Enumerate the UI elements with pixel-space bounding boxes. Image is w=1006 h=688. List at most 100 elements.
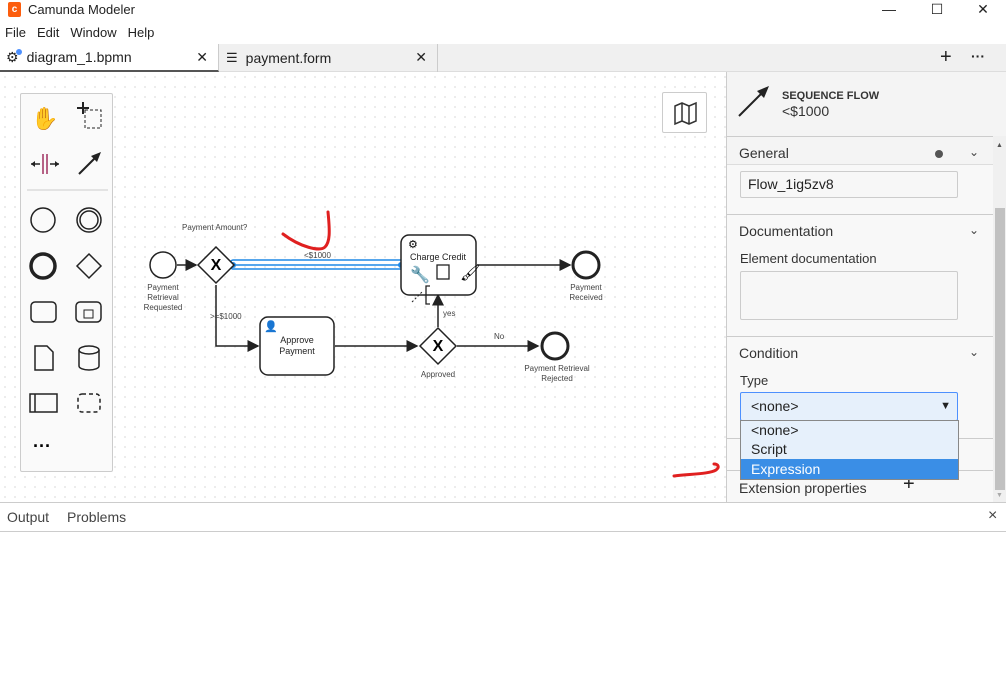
minimize-button[interactable]: —: [866, 0, 912, 20]
menu-window[interactable]: Window: [70, 25, 116, 40]
menu-bar: File Edit Window Help: [0, 25, 1006, 44]
tab-label: diagram_1.bpmn: [26, 49, 132, 65]
start-event[interactable]: [149, 251, 177, 279]
menu-edit[interactable]: Edit: [37, 25, 59, 40]
close-panel-button[interactable]: ×: [988, 507, 997, 525]
pool-tool-icon[interactable]: [29, 393, 58, 413]
section-title: Documentation: [739, 223, 834, 239]
unsaved-dot-icon: [15, 48, 22, 55]
tab-problems[interactable]: Problems: [67, 509, 126, 525]
svg-text:X: X: [433, 338, 444, 355]
properties-scrollbar[interactable]: ▲ ▼: [993, 136, 1006, 502]
lasso-tool-icon[interactable]: [77, 102, 102, 129]
documentation-label: Element documentation: [740, 251, 877, 266]
section-title: Condition: [739, 345, 799, 361]
map-icon: [674, 101, 697, 126]
type-label: Type: [740, 373, 769, 388]
label-approve-payment: Approve Payment: [279, 335, 315, 356]
label-approved: Approved: [420, 370, 456, 379]
paintbrush-icon[interactable]: 🖌: [460, 264, 480, 282]
element-type: SEQUENCE FLOW: [782, 90, 880, 102]
gateway-payment-amount[interactable]: X: [196, 245, 236, 285]
close-tab-icon[interactable]: ✕: [196, 49, 208, 66]
tab-payment-form[interactable]: ☰ payment.form ✕: [220, 44, 438, 72]
properties-header: SEQUENCE FLOW <$1000: [727, 72, 1006, 136]
intermediate-event-tool-icon[interactable]: [76, 207, 102, 233]
window-title: Camunda Modeler: [28, 2, 135, 17]
scroll-up-icon[interactable]: ▲: [996, 142, 1003, 149]
option-expression[interactable]: Expression: [741, 459, 958, 479]
label-flow-no: No: [494, 332, 505, 341]
label-end-received: Payment Received: [569, 283, 603, 302]
option-script[interactable]: Script: [741, 440, 958, 459]
tab-label: payment.form: [245, 50, 332, 66]
connect-tool-icon[interactable]: [78, 152, 101, 175]
chevron-down-icon[interactable]: ⌄: [969, 345, 979, 359]
user-task-icon: 👤: [264, 320, 278, 333]
section-title: Extension properties: [739, 480, 867, 496]
close-tab-icon[interactable]: ✕: [415, 49, 427, 66]
maximize-button[interactable]: ☐: [914, 0, 960, 20]
menu-file[interactable]: File: [5, 25, 26, 40]
tab-bar: ⚙ diagram_1.bpmn ✕ ☰ payment.form ✕ + ··…: [0, 44, 1006, 72]
documentation-textarea[interactable]: [740, 271, 958, 320]
label-start-event: Payment Retrieval Requested: [143, 283, 183, 312]
red-annotation-mark: [281, 210, 331, 251]
label-end-rejected: Payment Retrieval Rejected: [524, 364, 590, 383]
menu-help[interactable]: Help: [128, 25, 155, 40]
chevron-down-icon[interactable]: ⌄: [969, 223, 979, 237]
data-object-tool-icon[interactable]: [34, 345, 54, 371]
section-documentation: Documentation ⌄ Element documentation: [727, 214, 993, 336]
data-indicator-dot: [935, 150, 943, 158]
option-none[interactable]: <none>: [741, 421, 958, 440]
element-name: <$1000: [782, 103, 830, 119]
chevron-down-icon[interactable]: ⌄: [969, 145, 979, 159]
add-tab-button[interactable]: +: [940, 46, 952, 69]
scroll-down-icon[interactable]: ▼: [996, 492, 1003, 499]
hand-tool-icon[interactable]: ✋: [31, 106, 58, 131]
section-general: General ⌄ Flow_1ig5zv8: [727, 136, 993, 214]
condition-type-dropdown: <none> Script Expression: [740, 420, 959, 480]
sequence-flow-icon: [738, 86, 769, 117]
end-event-rejected[interactable]: [540, 331, 570, 361]
end-event-tool-icon[interactable]: [29, 252, 57, 280]
more-button[interactable]: ···: [971, 48, 985, 64]
label-flow-yes: yes: [443, 309, 456, 318]
end-event-received[interactable]: [571, 250, 601, 280]
properties-panel: SEQUENCE FLOW <$1000 ▲ ▼ General ⌄ Flow_…: [726, 72, 1006, 502]
label-gateway1: Payment Amount?: [182, 223, 248, 232]
svg-text:X: X: [211, 257, 222, 274]
close-window-button[interactable]: ✕: [960, 0, 1006, 20]
task-tool-icon[interactable]: [30, 301, 57, 323]
data-store-tool-icon[interactable]: [78, 345, 100, 371]
form-icon: ☰: [226, 50, 238, 65]
id-input[interactable]: Flow_1ig5zv8: [740, 171, 958, 198]
tab-output[interactable]: Output: [7, 509, 49, 525]
service-task-gear-icon: ⚙: [408, 239, 418, 251]
red-annotation-mark: [672, 462, 720, 478]
gateway-approved[interactable]: X: [418, 326, 458, 366]
label-flow-ge: >=$1000: [210, 312, 242, 321]
chevron-down-icon: ▼: [940, 400, 951, 412]
minimap-toggle-button[interactable]: [662, 92, 707, 133]
tool-palette: ✋ ···: [20, 93, 113, 472]
more-tools-icon[interactable]: ···: [33, 436, 51, 456]
subprocess-tool-icon[interactable]: [75, 301, 102, 323]
condition-type-select[interactable]: <none> ▼: [740, 392, 958, 421]
start-event-tool-icon[interactable]: [30, 207, 56, 233]
section-title: General: [739, 145, 789, 161]
scrollbar-thumb[interactable]: [995, 208, 1005, 490]
bottom-panel-bar: Output Problems ×: [0, 502, 1006, 532]
app-logo: c: [8, 2, 21, 17]
group-tool-icon[interactable]: [77, 393, 101, 413]
space-tool-icon[interactable]: [31, 154, 59, 174]
label-flow-selected: <$1000: [304, 251, 331, 260]
label-charge-credit: Charge Credit: [409, 252, 467, 262]
gateway-tool-icon[interactable]: [75, 252, 103, 280]
trash-icon[interactable]: [436, 264, 450, 280]
wrench-icon[interactable]: 🔧: [410, 265, 430, 284]
gear-icon: ⚙: [6, 48, 22, 66]
tab-diagram[interactable]: ⚙ diagram_1.bpmn ✕: [0, 44, 219, 72]
title-bar: c Camunda Modeler — ☐ ✕: [0, 0, 1006, 22]
selected-value: <none>: [751, 398, 799, 414]
